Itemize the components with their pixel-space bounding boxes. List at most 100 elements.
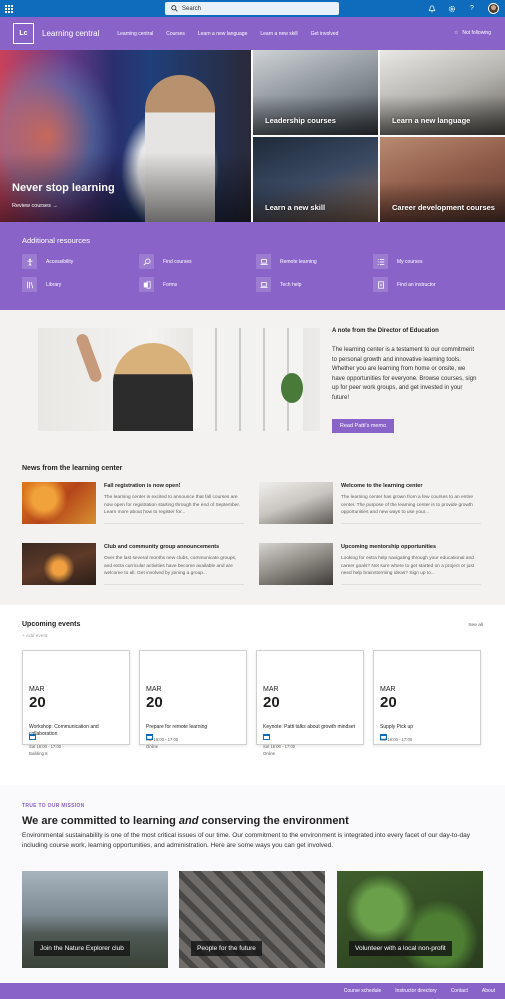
mission-section: TRUE TO OUR MISSION We are committed to … [0, 785, 505, 983]
nav-item-learning-central[interactable]: Learning central [117, 31, 153, 37]
footer-link-about[interactable]: About [482, 988, 495, 994]
news-item-title: Fall registration is now open! [104, 483, 181, 489]
mission-card-caption: Join the Nature Explorer club [34, 941, 130, 956]
event-card[interactable]: MAR 20 Workshop: Communication and colla… [22, 650, 130, 756]
news-item-title: Upcoming mentorship opportunities [341, 544, 437, 550]
nav-item-learn-language[interactable]: Learn a new language [198, 31, 248, 37]
app-launcher-icon[interactable] [0, 0, 17, 17]
site-title[interactable]: Learning central [42, 29, 99, 38]
director-photo [38, 328, 320, 431]
tile-leadership-courses[interactable]: Leadership courses [253, 50, 378, 135]
footer-link-course-schedule[interactable]: Course schedule [344, 988, 382, 994]
event-name: Keynote: Patti talks about growth mindse… [263, 724, 355, 730]
news-item[interactable]: Upcoming mentorship opportunities Lookin… [259, 543, 481, 585]
news-item-body: The learning center has grown from a few… [341, 495, 473, 516]
event-location: Online [263, 751, 276, 756]
follow-button[interactable]: ☆ Not following [454, 30, 491, 36]
suite-bar: Search ? [0, 0, 505, 17]
event-month: MAR [146, 686, 162, 693]
mission-card-nature-explorer[interactable]: Join the Nature Explorer club [22, 871, 168, 968]
event-name: Prepare for remote learning [146, 724, 208, 730]
nav-item-courses[interactable]: Courses [166, 31, 185, 37]
news-item-title: Club and community group announcements [104, 544, 220, 550]
resource-tech-help[interactable]: Tech help [256, 277, 301, 292]
footer-link-instructor-directory[interactable]: Instructor directory [395, 988, 436, 994]
search-placeholder: Search [182, 5, 202, 12]
search-icon [171, 5, 178, 12]
event-location: Building 8 [29, 751, 48, 756]
news-item[interactable]: Fall registration is now open! The learn… [22, 482, 244, 524]
news-thumbnail [259, 482, 333, 524]
site-header: Lc Learning central Learning central Cou… [0, 17, 505, 50]
tile-career-development[interactable]: Career development courses [380, 137, 505, 222]
mission-body: Environmental sustainability is one of t… [22, 832, 470, 850]
hero-title: Never stop learning [12, 182, 115, 194]
event-month: MAR [263, 686, 279, 693]
settings-icon[interactable] [448, 5, 456, 13]
resource-find-courses[interactable]: Find courses [139, 254, 192, 269]
resource-label: My courses [397, 258, 423, 265]
news-title: News from the learning center [22, 465, 123, 472]
bell-icon[interactable] [428, 4, 436, 13]
news-thumbnail [22, 543, 96, 585]
nav-item-learn-skill[interactable]: Learn a new skill [260, 31, 297, 37]
calendar-icon[interactable] [263, 734, 270, 740]
resource-label: Find an instructor [397, 281, 436, 288]
calendar-icon[interactable] [380, 734, 387, 740]
event-card[interactable]: MAR 20 Supply Pick up Sat 16:00 - 17:00 [373, 650, 481, 745]
laptop-icon [256, 254, 271, 269]
mission-card-volunteer[interactable]: Volunteer with a local non-profit [337, 871, 483, 968]
add-event-button[interactable]: + Add event [22, 634, 47, 639]
news-item[interactable]: Welcome to the learning center The learn… [259, 482, 481, 524]
footer-link-contact[interactable]: Contact [451, 988, 468, 994]
see-all-link[interactable]: See all [468, 623, 483, 628]
avatar[interactable] [488, 3, 499, 14]
event-card[interactable]: MAR 20 Keynote: Patti talks about growth… [256, 650, 364, 756]
tile-label: Leadership courses [265, 116, 336, 125]
event-day: 20 [29, 694, 46, 711]
resource-accessibility[interactable]: Accessibility [22, 254, 73, 269]
news-item-body: Looking for extra help navigating throug… [341, 556, 475, 577]
event-time: Sat 16:00 - 17:00 [263, 744, 296, 749]
tile-learn-skill[interactable]: Learn a new skill [253, 137, 378, 222]
event-card[interactable]: MAR 20 Prepare for remote learning Sat 1… [139, 650, 247, 749]
resource-label: Accessibility [46, 258, 74, 265]
resource-label: Tech help [280, 281, 302, 288]
mission-card-people-future[interactable]: People for the future [179, 871, 325, 968]
read-memo-button[interactable]: Read Patti's memo [332, 419, 394, 433]
list-icon [373, 254, 388, 269]
event-month: MAR [380, 686, 396, 693]
hero-main-tile[interactable]: Never stop learning Review courses → [0, 50, 251, 222]
additional-resources: Additional resources Accessibility Find … [0, 222, 505, 310]
nav-item-get-involved[interactable]: Get involved [311, 31, 339, 37]
news-thumbnail [22, 482, 96, 524]
news-item[interactable]: Club and community group announcements O… [22, 543, 244, 585]
mission-card-caption: People for the future [191, 941, 262, 956]
help-icon[interactable]: ? [468, 5, 476, 13]
news-thumbnail [259, 543, 333, 585]
review-courses-link[interactable]: Review courses → [12, 203, 58, 209]
search-icon [139, 254, 154, 269]
site-footer: Course schedule Instructor directory Con… [0, 983, 505, 999]
forms-icon [139, 277, 154, 292]
event-location: Online [146, 744, 159, 749]
event-month: MAR [29, 686, 45, 693]
follow-label: Not following [462, 30, 491, 36]
resource-my-courses[interactable]: My courses [373, 254, 423, 269]
star-icon: ☆ [453, 30, 459, 36]
calendar-icon[interactable] [146, 734, 153, 740]
resource-forms[interactable]: Forms [139, 277, 177, 292]
calendar-icon[interactable] [29, 734, 36, 740]
news-item-body: The learning center is excited to announ… [104, 495, 240, 516]
note-heading: A note from the Director of Education [332, 328, 439, 334]
tile-learn-language[interactable]: Learn a new language [380, 50, 505, 135]
resource-library[interactable]: Library [22, 277, 61, 292]
mission-heading: We are committed to learning and conserv… [22, 815, 349, 827]
site-logo[interactable]: Lc [13, 23, 34, 44]
search-input[interactable]: Search [165, 2, 339, 15]
resource-find-instructor[interactable]: Find an instructor [373, 277, 436, 292]
resource-remote-learning[interactable]: Remote learning [256, 254, 317, 269]
laptop-icon [256, 277, 271, 292]
site-nav: Learning central Courses Learn a new lan… [117, 31, 351, 37]
event-day: 20 [263, 694, 280, 711]
